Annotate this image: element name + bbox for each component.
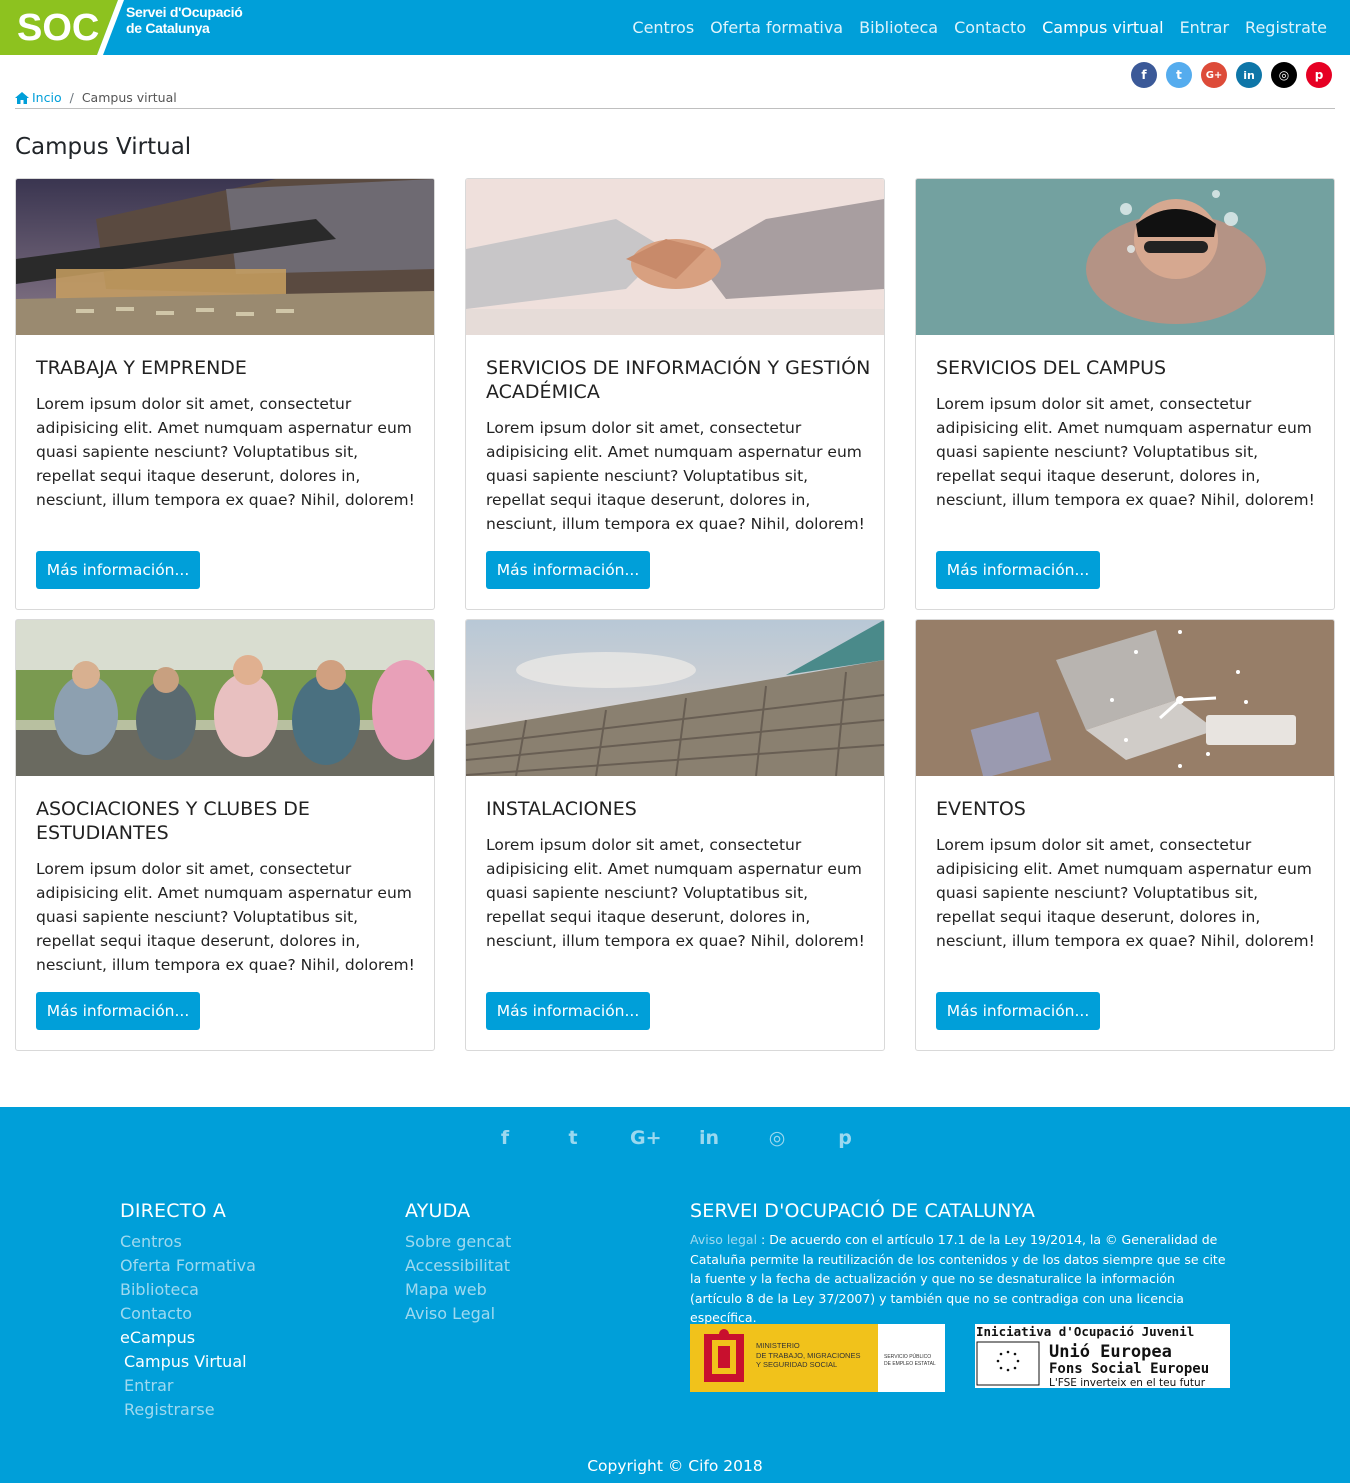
footer-facebook-icon[interactable]: f <box>494 1127 516 1149</box>
logo-name: Servei d'Ocupació de Catalunya <box>126 4 243 36</box>
footer-link-aviso-legal[interactable]: Aviso Legal <box>405 1302 511 1326</box>
footer-heading: AYUDA <box>405 1200 471 1222</box>
nav-biblioteca[interactable]: Biblioteca <box>859 18 938 37</box>
card-text: Lorem ipsum dolor sit amet, consectetur … <box>486 419 865 533</box>
footer-link-entrar[interactable]: Entrar <box>120 1374 256 1398</box>
footer-link-accessibilitat[interactable]: Accessibilitat <box>405 1254 511 1278</box>
ministry-line3: Y SEGURIDAD SOCIAL <box>756 1360 837 1369</box>
legal-notice: Aviso legal : De acuerdo con el artículo… <box>690 1230 1230 1328</box>
eu-badge-graphic: Iniciativa d'Ocupació Juvenil Unió Europ… <box>975 1324 1230 1388</box>
mas-informacion-button[interactable]: Más información... <box>486 551 650 589</box>
footer-google-plus-icon[interactable]: G+ <box>630 1127 662 1149</box>
main-nav: Centros Oferta formativa Biblioteca Cont… <box>632 0 1327 55</box>
card-eventos: EVENTOS Lorem ipsum dolor sit amet, cons… <box>915 619 1335 1051</box>
footer-heading: SERVEI D'OCUPACIÓ DE CATALUNYA <box>690 1200 1036 1222</box>
footer-link-contacto[interactable]: Contacto <box>120 1302 256 1326</box>
mas-informacion-button[interactable]: Más información... <box>936 992 1100 1030</box>
card-title: TRABAJA Y EMPRENDE <box>36 357 247 379</box>
pinterest-icon[interactable]: p <box>1306 62 1332 88</box>
eu-line2: Unió Europea <box>1049 1342 1172 1362</box>
mas-informacion-button[interactable]: Más información... <box>36 551 200 589</box>
eu-line3: Fons Social Europeu <box>1049 1361 1209 1377</box>
footer-col-ayuda: AYUDA Sobre gencat Accessibilitat Mapa w… <box>405 1200 511 1326</box>
card-title: SERVICIOS DEL CAMPUS <box>936 357 1167 379</box>
nav-registrate[interactable]: Registrate <box>1245 18 1327 37</box>
card-servicios-informacion: SERVICIOS DE INFORMACIÓN Y GESTIÓN ACADÉ… <box>465 178 885 610</box>
linkedin-icon[interactable]: in <box>1236 62 1262 88</box>
card-instalaciones: INSTALACIONES Lorem ipsum dolor sit amet… <box>465 619 885 1051</box>
ministry-badge-graphic: MINISTERIO DE TRABAJO, MIGRACIONES Y SEG… <box>690 1324 945 1392</box>
footer-twitter-icon[interactable]: t <box>562 1127 584 1149</box>
card-trabaja-emprende: TRABAJA Y EMPRENDE Lorem ipsum dolor sit… <box>15 178 435 610</box>
twitter-icon[interactable]: t <box>1166 62 1192 88</box>
instagram-icon[interactable]: ◎ <box>1271 62 1297 88</box>
nav-entrar[interactable]: Entrar <box>1180 18 1229 37</box>
ministry-line1: MINISTERIO <box>756 1341 800 1350</box>
card-image-handshake <box>466 179 884 335</box>
card-image-swimmer <box>916 179 1334 335</box>
eu-badge[interactable]: Iniciativa d'Ocupació Juvenil Unió Europ… <box>975 1324 1230 1388</box>
breadcrumb-home[interactable]: Incio <box>15 90 62 105</box>
page-title: Campus Virtual <box>15 134 192 160</box>
card-text: Lorem ipsum dolor sit amet, consectetur … <box>936 395 1315 509</box>
card-image-students <box>16 620 434 776</box>
top-navbar: SOC Servei d'Ocupació de Catalunya Centr… <box>0 0 1350 55</box>
eu-line4: L'FSE inverteix en el teu futur <box>1049 1377 1206 1388</box>
card-title: EVENTOS <box>936 798 1026 820</box>
ministry-right1: SERVICIO PÚBLICO <box>884 1353 931 1360</box>
card-title: INSTALACIONES <box>486 798 637 820</box>
ministry-line2: DE TRABAJO, MIGRACIONES <box>756 1351 860 1360</box>
footer-link-centros[interactable]: Centros <box>120 1230 256 1254</box>
footer-link-mapa-web[interactable]: Mapa web <box>405 1278 511 1302</box>
ministry-right2: DE EMPLEO ESTATAL <box>884 1361 936 1367</box>
nav-campus-virtual[interactable]: Campus virtual <box>1042 18 1163 37</box>
logo-abbr: SOC <box>17 7 100 49</box>
footer-link-biblioteca[interactable]: Biblioteca <box>120 1278 256 1302</box>
breadcrumb: Incio / Campus virtual <box>15 90 1335 109</box>
mas-informacion-button[interactable]: Más información... <box>36 992 200 1030</box>
mas-informacion-button[interactable]: Más información... <box>936 551 1100 589</box>
eu-line1: Iniciativa d'Ocupació Juvenil <box>976 1324 1194 1339</box>
footer-link-registrarse[interactable]: Registrarse <box>120 1398 256 1422</box>
footer-link-ecampus[interactable]: eCampus <box>120 1326 256 1350</box>
footer-col-directo: DIRECTO A Centros Oferta Formativa Bibli… <box>120 1200 256 1422</box>
card-asociaciones-clubes: ASOCIACIONES Y CLUBES DE ESTUDIANTES Lor… <box>15 619 435 1051</box>
ministry-badge[interactable]: MINISTERIO DE TRABAJO, MIGRACIONES Y SEG… <box>690 1324 945 1392</box>
card-servicios-campus: SERVICIOS DEL CAMPUS Lorem ipsum dolor s… <box>915 178 1335 610</box>
card-image-facade <box>466 620 884 776</box>
legal-text: : De acuerdo con el artículo 17.1 de la … <box>690 1232 1226 1325</box>
facebook-icon[interactable]: f <box>1131 62 1157 88</box>
aviso-legal-link[interactable]: Aviso legal <box>690 1232 757 1247</box>
nav-oferta-formativa[interactable]: Oferta formativa <box>710 18 843 37</box>
card-image-laptop-clock <box>916 620 1334 776</box>
card-text: Lorem ipsum dolor sit amet, consectetur … <box>486 836 865 950</box>
footer-instagram-icon[interactable]: ◎ <box>766 1127 788 1149</box>
card-text: Lorem ipsum dolor sit amet, consectetur … <box>36 860 415 974</box>
breadcrumb-separator: / <box>69 90 74 105</box>
home-icon <box>15 91 29 104</box>
breadcrumb-home-label[interactable]: Incio <box>32 90 62 105</box>
card-title: SERVICIOS DE INFORMACIÓN Y GESTIÓN ACADÉ… <box>486 357 871 403</box>
card-image-building <box>16 179 434 335</box>
breadcrumb-current: Campus virtual <box>81 90 177 105</box>
footer-link-oferta[interactable]: Oferta Formativa <box>120 1254 256 1278</box>
copyright: Copyright © Cifo 2018 <box>587 1457 763 1475</box>
card-text: Lorem ipsum dolor sit amet, consectetur … <box>936 836 1315 950</box>
footer-link-sobre-gencat[interactable]: Sobre gencat <box>405 1230 511 1254</box>
card-text: Lorem ipsum dolor sit amet, consectetur … <box>36 395 415 509</box>
footer-col-soc: SERVEI D'OCUPACIÓ DE CATALUNYA Aviso leg… <box>690 1200 1230 1328</box>
footer: f t G+ in ◎ p DIRECTO A Centros Oferta F… <box>0 1107 1350 1483</box>
card-title: ASOCIACIONES Y CLUBES DE ESTUDIANTES <box>36 798 310 844</box>
footer-pinterest-icon[interactable]: p <box>834 1127 856 1149</box>
soc-logo[interactable]: SOC Servei d'Ocupació de Catalunya <box>0 0 260 55</box>
footer-social-links: f t G+ in ◎ p <box>0 1127 1350 1149</box>
nav-contacto[interactable]: Contacto <box>954 18 1026 37</box>
social-links: f t G+ in ◎ p <box>1131 62 1332 88</box>
footer-heading: DIRECTO A <box>120 1200 227 1222</box>
mas-informacion-button[interactable]: Más información... <box>486 992 650 1030</box>
footer-link-campus-virtual[interactable]: Campus Virtual <box>120 1350 256 1374</box>
footer-linkedin-icon[interactable]: in <box>698 1127 720 1149</box>
nav-centros[interactable]: Centros <box>632 18 694 37</box>
google-plus-icon[interactable]: G+ <box>1201 62 1227 88</box>
